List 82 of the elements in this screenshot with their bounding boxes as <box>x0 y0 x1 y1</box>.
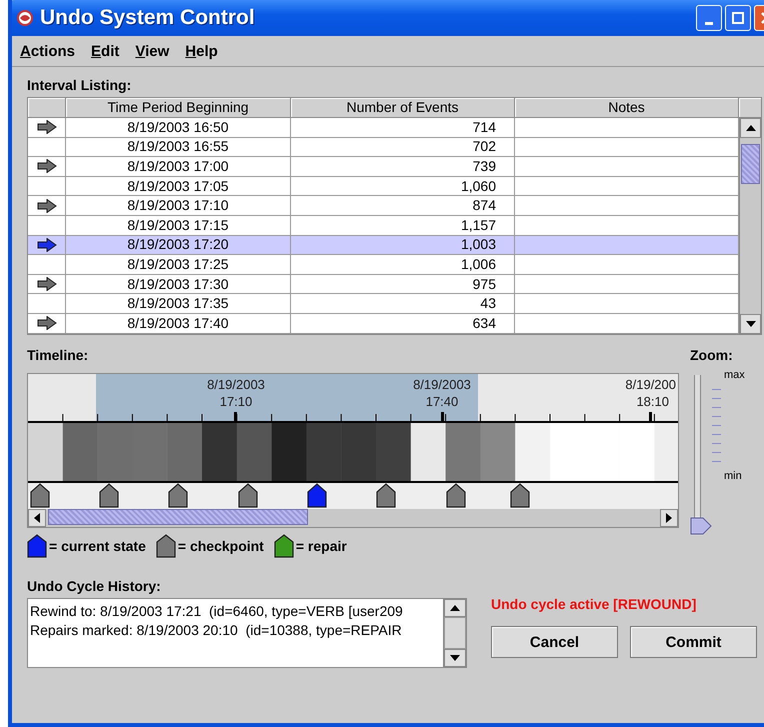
table-row[interactable]: 8/19/2003 17:05 1,060 <box>28 176 739 196</box>
up-arrow-icon <box>746 125 756 131</box>
tick-label: 17:40 <box>426 394 458 409</box>
menu-item[interactable]: Edit <box>91 42 120 60</box>
table-row[interactable]: 8/19/2003 17:40 634 <box>28 314 739 334</box>
menu-item[interactable]: View <box>135 42 170 60</box>
column-header[interactable]: Time Period Beginning <box>66 98 291 118</box>
maximize-icon <box>732 12 744 24</box>
scroll-up-button[interactable] <box>444 599 466 617</box>
table-row[interactable]: 8/19/2003 16:55 702 <box>28 138 739 158</box>
min-label: min <box>724 470 742 482</box>
table-cell: 8/19/2003 16:50 <box>66 118 291 138</box>
table-cell: 1,003 <box>291 236 515 256</box>
slider-thumb[interactable] <box>690 517 712 535</box>
table-cell: 8/19/2003 17:00 <box>66 157 291 177</box>
table-row[interactable]: 8/19/2003 17:00 739 <box>28 157 739 177</box>
legend-label: = current state <box>49 538 146 554</box>
table-row[interactable]: 8/19/2003 17:25 1,006 <box>28 255 739 275</box>
tick-label: 8/19/2003 <box>413 377 471 392</box>
window-title: Undo System Control <box>40 6 256 30</box>
up-arrow-icon <box>450 605 460 611</box>
app-icon <box>16 9 34 27</box>
scroll-right-button[interactable] <box>660 509 678 527</box>
table-cell: 8/19/2003 17:25 <box>66 255 291 275</box>
history-entry[interactable]: Repairs marked: 8/19/2003 20:10 (id=10388, type=REPAIR <box>30 621 441 640</box>
scrollbar[interactable] <box>443 599 466 667</box>
table-cell: 975 <box>291 274 515 294</box>
table-cell: 8/19/2003 17:20 <box>66 236 291 256</box>
history-entry[interactable]: Rewind to: 8/19/2003 17:21 (id=6460, type=VERB [user209 <box>30 602 441 621</box>
section-label: Timeline: <box>27 347 90 365</box>
scrollbar[interactable] <box>28 509 678 527</box>
column-header[interactable]: Notes <box>515 98 739 118</box>
tick-label: 8/19/200 <box>625 377 676 392</box>
column-header[interactable] <box>28 98 66 118</box>
menu-item[interactable]: Help <box>185 42 218 60</box>
scroll-up-button[interactable] <box>740 118 761 138</box>
column-header[interactable]: Number of Events <box>291 98 515 118</box>
left-arrow-icon <box>34 513 40 523</box>
minimize-button[interactable] <box>696 5 722 31</box>
tick-label: 18:10 <box>636 394 669 409</box>
down-arrow-icon <box>450 655 460 661</box>
table-cell: 1,060 <box>291 176 515 196</box>
table-cell: 874 <box>291 196 515 216</box>
table-row[interactable]: 8/19/2003 17:10 874 <box>28 196 739 216</box>
table-cell: 8/19/2003 17:10 <box>66 196 291 216</box>
table-row[interactable]: 8/19/2003 17:20 1,003 <box>28 236 739 256</box>
table-cell: 8/19/2003 17:35 <box>66 294 291 314</box>
legend-label: = repair <box>296 538 347 554</box>
maximize-button[interactable] <box>725 5 751 31</box>
scrollbar[interactable] <box>739 118 761 334</box>
right-arrow-icon <box>666 513 672 523</box>
scroll-down-button[interactable] <box>444 649 466 667</box>
table-cell: 634 <box>291 314 515 334</box>
table-cell: 702 <box>291 138 515 158</box>
tick-label: 8/19/2003 <box>207 377 265 392</box>
table-cell: 8/19/2003 17:05 <box>66 176 291 196</box>
table-cell: 1,006 <box>291 255 515 275</box>
scroll-thumb[interactable] <box>741 144 760 184</box>
table-row[interactable]: 8/19/2003 17:30 975 <box>28 274 739 294</box>
section-label: Undo Cycle History: <box>27 578 162 596</box>
section-label: Interval Listing: <box>27 77 132 95</box>
table-cell: 739 <box>291 157 515 177</box>
cancel-button[interactable]: Cancel <box>491 626 618 658</box>
section-label: Zoom: <box>690 347 734 365</box>
scroll-down-button[interactable] <box>740 314 761 334</box>
legend-label: = checkpoint <box>178 538 264 554</box>
table-cell: 714 <box>291 118 515 138</box>
table-row[interactable]: 8/19/2003 17:35 43 <box>28 294 739 314</box>
menu-item[interactable]: Actions <box>20 42 76 60</box>
table-cell: 8/19/2003 17:40 <box>66 314 291 334</box>
table-cell: 8/19/2003 16:55 <box>66 138 291 158</box>
table-row[interactable]: 8/19/2003 16:50 714 <box>28 118 739 138</box>
table-cell: 8/19/2003 17:30 <box>66 274 291 294</box>
scroll-thumb[interactable] <box>48 509 308 525</box>
max-label: max <box>724 369 745 381</box>
table-cell: 43 <box>291 294 515 314</box>
commit-button[interactable]: Commit <box>630 626 757 658</box>
status-message: Undo cycle active [REWOUND] <box>491 596 698 612</box>
tick-label: 17:10 <box>220 394 252 409</box>
minimize-icon <box>705 22 713 24</box>
scroll-left-button[interactable] <box>28 509 46 527</box>
down-arrow-icon <box>746 321 756 327</box>
